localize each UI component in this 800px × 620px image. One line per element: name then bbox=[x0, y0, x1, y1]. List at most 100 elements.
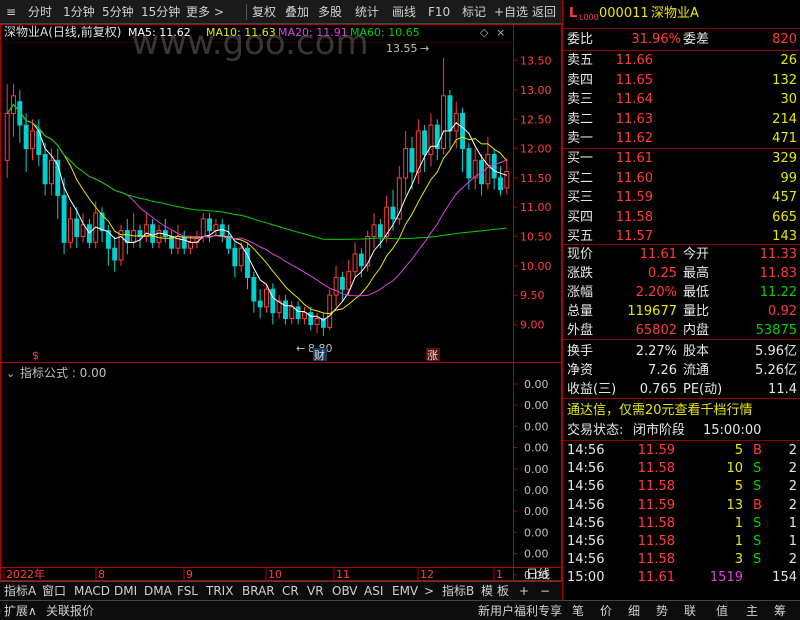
buy-level-label: 买三 bbox=[567, 190, 594, 206]
sell-level-label: 卖三 bbox=[567, 92, 594, 108]
tab-chou[interactable]: 筹 bbox=[774, 602, 786, 620]
fundamental-row: 净资 7.26 流通 5.26亿 bbox=[563, 361, 800, 380]
tabs-more-icon[interactable]: > bbox=[424, 583, 434, 600]
back-button[interactable]: 返回 bbox=[532, 3, 556, 21]
low-arrow: ← bbox=[296, 342, 305, 355]
tab-emv[interactable]: EMV bbox=[392, 583, 418, 600]
tab-obv[interactable]: OBV bbox=[332, 583, 358, 600]
tick-row: 14:56 11.58 1 S 1 bbox=[563, 532, 800, 551]
multi-stock-button[interactable]: 多股 bbox=[318, 3, 342, 21]
f10-button[interactable]: F10 bbox=[428, 3, 450, 21]
indicator-yaxis: 0.000.000.000.000.000.000.000.000.000.00 bbox=[513, 378, 549, 581]
close-icon[interactable]: × bbox=[496, 26, 505, 39]
chevron-down-icon[interactable]: ⌄ bbox=[6, 367, 15, 380]
stat-label: 现价 bbox=[567, 247, 594, 262]
weibi-label: 委比 bbox=[567, 32, 594, 47]
kline-chart[interactable]: www.goo.com 9.009.5010.0010.5011.0011.50… bbox=[0, 24, 562, 581]
tick-price: 11.59 bbox=[637, 443, 675, 458]
tab-indicator-a[interactable]: 指标A bbox=[4, 583, 36, 600]
overlay-button[interactable]: 叠加 bbox=[285, 3, 309, 21]
tab-fsl[interactable]: FSL bbox=[177, 583, 198, 600]
stat-row: 总量 119677 量比 0.92 bbox=[563, 302, 800, 321]
tick-row: 14:56 11.59 5 B 2 bbox=[563, 441, 800, 460]
candle-body bbox=[314, 318, 320, 325]
ad-banner[interactable]: 通达信，仅需20元查看千档行情 bbox=[567, 401, 753, 420]
tick-count: 2 bbox=[788, 552, 797, 568]
tab-shi[interactable]: 势 bbox=[656, 602, 668, 620]
tab-cr[interactable]: CR bbox=[282, 583, 299, 600]
sell-level-row: 卖四 11.65 132 bbox=[563, 71, 800, 90]
tick-count: 2 bbox=[788, 443, 797, 458]
tab-dmi[interactable]: DMI bbox=[114, 583, 137, 600]
stat-label: 外盘 bbox=[567, 323, 594, 338]
candle-body bbox=[270, 288, 276, 314]
panel-divider bbox=[563, 28, 800, 29]
candle-body bbox=[358, 253, 364, 267]
tab-window[interactable]: 窗口 bbox=[42, 583, 66, 600]
sell-level-volume: 214 bbox=[772, 111, 797, 127]
tab-dma[interactable]: DMA bbox=[144, 583, 172, 600]
status-bar: 扩展∧ 关联报价 新用户福利专享 笔 价 细 势 联 值 主 筹 bbox=[0, 600, 800, 620]
tab-5min[interactable]: 5分钟 bbox=[102, 3, 134, 21]
candle-body bbox=[200, 218, 206, 237]
tick-side: S bbox=[753, 479, 762, 495]
candle-body bbox=[264, 288, 269, 308]
tab-asi[interactable]: ASI bbox=[364, 583, 383, 600]
candle-body bbox=[257, 300, 263, 308]
promo-link[interactable]: 新用户福利专享 bbox=[478, 602, 562, 620]
tab-mo[interactable]: 模 bbox=[481, 583, 493, 600]
ma10-label: MA10: 11.63 bbox=[206, 26, 276, 39]
buy-level-volume: 329 bbox=[772, 151, 797, 166]
candle-body bbox=[181, 235, 187, 249]
price-ytick-label: 9.00 bbox=[520, 318, 545, 331]
chevron-right-icon[interactable]: > bbox=[214, 3, 224, 21]
tab-zhi[interactable]: 值 bbox=[716, 602, 728, 620]
fundamental-value: 7.26 bbox=[648, 363, 677, 378]
tab-brar[interactable]: BRAR bbox=[242, 583, 275, 600]
tab-macd[interactable]: MACD bbox=[74, 583, 110, 600]
tab-indicator-b[interactable]: 指标B bbox=[442, 583, 474, 600]
candle-body bbox=[403, 148, 409, 179]
candle-body bbox=[42, 153, 48, 185]
tab-1min[interactable]: 1分钟 bbox=[63, 3, 95, 21]
related-quote-button[interactable]: 关联报价 bbox=[46, 602, 94, 620]
stat-label: 最低 bbox=[683, 285, 710, 300]
candle-body bbox=[48, 159, 54, 185]
fuquan-button[interactable]: 复权 bbox=[252, 3, 276, 21]
stat-row: 涨幅 2.20% 最低 11.22 bbox=[563, 283, 800, 302]
tab-ban[interactable]: 板 bbox=[497, 583, 509, 600]
tick-time: 15:00 bbox=[567, 570, 605, 586]
stock-name: 深物业A bbox=[651, 6, 699, 21]
candle-body bbox=[150, 224, 156, 243]
tab-vr[interactable]: VR bbox=[307, 583, 324, 600]
buy-level-row: 买四 11.58 665 bbox=[563, 208, 800, 227]
price-ytick-label: 10.50 bbox=[520, 230, 552, 243]
tab-jia[interactable]: 价 bbox=[600, 602, 612, 620]
candle-body bbox=[156, 230, 162, 243]
candle-body bbox=[289, 306, 295, 320]
tab-lian[interactable]: 联 bbox=[684, 602, 696, 620]
candle-body bbox=[441, 95, 447, 150]
tab-xi[interactable]: 细 bbox=[628, 602, 640, 620]
mark-button[interactable]: 标记 bbox=[462, 3, 486, 21]
expand-button[interactable]: 扩展∧ bbox=[4, 602, 37, 620]
tick-time: 14:56 bbox=[567, 479, 605, 495]
stats-button[interactable]: 统计 bbox=[355, 3, 379, 21]
market-prefix: L bbox=[569, 6, 578, 21]
candle-body bbox=[207, 218, 213, 232]
tab-zhu[interactable]: 主 bbox=[746, 602, 758, 620]
menu-icon[interactable]: ≡ bbox=[6, 3, 16, 21]
tab-more[interactable]: 更多 bbox=[186, 3, 210, 21]
fundamental-value: 0.765 bbox=[639, 382, 677, 397]
tab-fenshi[interactable]: 分时 bbox=[28, 3, 52, 21]
tab-15min[interactable]: 15分钟 bbox=[141, 3, 180, 21]
tab-bi[interactable]: 笔 bbox=[572, 602, 584, 620]
remove-indicator-button[interactable]: − bbox=[540, 583, 550, 600]
candle-body bbox=[112, 247, 118, 261]
diamond-icon[interactable]: ◇ bbox=[480, 26, 489, 39]
add-watchlist-button[interactable]: +自选 bbox=[494, 3, 528, 21]
xaxis: 2022年 8 9 10 11 12 1 日线 bbox=[3, 567, 550, 581]
draw-line-button[interactable]: 画线 bbox=[392, 3, 416, 21]
tab-trix[interactable]: TRIX bbox=[206, 583, 233, 600]
add-indicator-button[interactable]: + bbox=[519, 583, 529, 600]
